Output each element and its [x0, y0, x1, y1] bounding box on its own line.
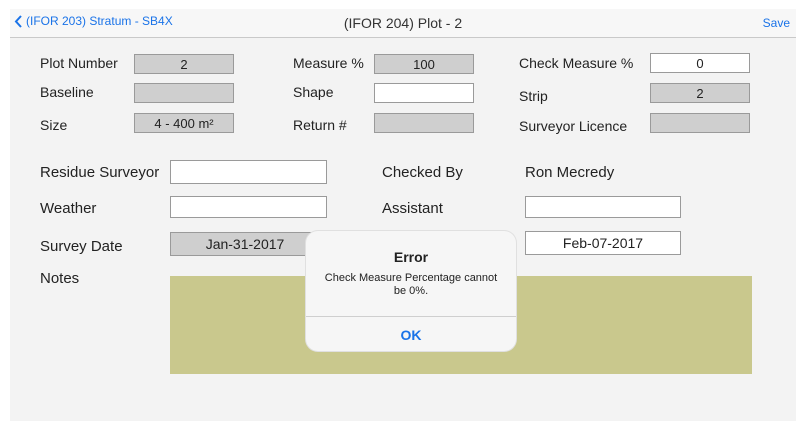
strip-field[interactable]: 2 — [650, 83, 750, 103]
plot-number-field[interactable]: 2 — [134, 54, 234, 74]
weather-label: Weather — [40, 200, 97, 217]
plot-number-label: Plot Number — [40, 55, 118, 71]
save-button[interactable]: Save — [763, 16, 790, 30]
app-window: (IFOR 203) Stratum - SB4X (IFOR 204) Plo… — [10, 9, 796, 421]
dialog-divider — [306, 316, 516, 317]
survey-date-label: Survey Date — [40, 238, 123, 255]
shape-field[interactable] — [374, 83, 474, 103]
navigation-bar: (IFOR 203) Stratum - SB4X (IFOR 204) Plo… — [10, 9, 796, 38]
surveyor-licence-field[interactable] — [650, 113, 750, 133]
measure-pct-field[interactable]: 100 — [374, 54, 474, 74]
baseline-label: Baseline — [40, 84, 94, 100]
assistant-field[interactable] — [525, 196, 681, 218]
residue-surveyor-label: Residue Surveyor — [40, 164, 160, 181]
ok-button[interactable]: OK — [306, 327, 516, 343]
dialog-title: Error — [393, 249, 429, 265]
weather-field[interactable] — [170, 196, 327, 218]
assistant-label: Assistant — [382, 200, 443, 217]
residue-surveyor-field[interactable] — [170, 160, 327, 184]
return-number-label: Return # — [293, 117, 347, 133]
dialog-message: Check Measure Percentage cannot be 0%. — [324, 272, 498, 297]
checked-by-label: Checked By — [382, 164, 463, 181]
notes-label: Notes — [40, 270, 80, 287]
return-number-field[interactable] — [374, 113, 474, 133]
error-dialog: Error Check Measure Percentage cannot be… — [306, 231, 516, 351]
strip-label: Strip — [519, 88, 548, 104]
baseline-field[interactable] — [134, 83, 234, 103]
shape-label: Shape — [293, 84, 334, 100]
check-measure-pct-label: Check Measure % — [519, 55, 634, 71]
checked-by-value: Ron Mecredy — [525, 164, 615, 181]
check-date-field[interactable]: Feb-07-2017 — [525, 231, 681, 255]
survey-date-field[interactable]: Jan-31-2017 — [170, 232, 320, 256]
size-field[interactable]: 4 - 400 m² — [134, 113, 234, 133]
check-measure-pct-field[interactable]: 0 — [650, 53, 750, 73]
size-label: Size — [40, 117, 68, 133]
surveyor-licence-label: Surveyor Licence — [519, 118, 628, 134]
page-title: (IFOR 204) Plot - 2 — [343, 15, 463, 31]
measure-pct-label: Measure % — [293, 55, 364, 71]
